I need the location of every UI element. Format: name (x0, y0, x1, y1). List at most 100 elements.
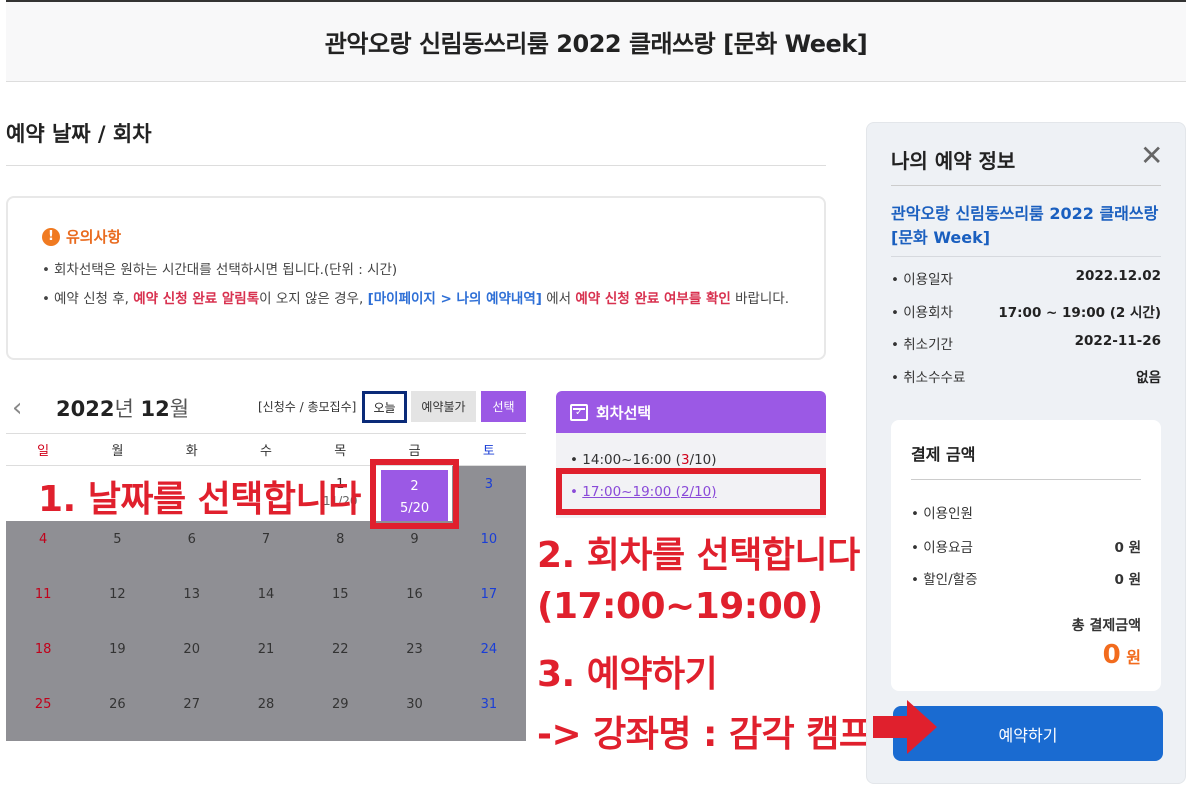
calendar-day: 8 (303, 521, 377, 576)
session-count: 3 (680, 452, 690, 468)
mypage-link[interactable]: [마이페이지 > 나의 예약내역] (368, 291, 542, 307)
payment-title: 결제 금액 (911, 445, 976, 464)
annotation-step-2: 2. 회차를 선택합니다 (537, 535, 860, 576)
calendar-day: 15 (303, 576, 377, 631)
notice-title: ! 유의사항 (42, 226, 790, 247)
session-option-1[interactable]: • 14:00~16:00 (3/10) (570, 452, 717, 468)
page-header: 관악오랑 신림동쓰리룸 2022 클래쓰랑 [문화 Week] (6, 0, 1186, 82)
day-number: 3 (484, 477, 493, 492)
total-amount: 0 원 (1011, 640, 1141, 670)
day-number: 21 (257, 642, 275, 657)
pay-key: 할인/할증 (911, 568, 977, 588)
legend-unavailable: 예약불가 (411, 391, 476, 422)
calendar-day: 7 (229, 521, 303, 576)
notice-box: ! 유의사항 회차선택은 원하는 시간대를 선택하시면 됩니다.(단위 : 시간… (6, 196, 826, 360)
info-key: 취소수수료 (891, 366, 965, 386)
calendar-day: 22 (303, 631, 377, 686)
session-panel-header: 회차선택 (556, 391, 826, 433)
day-number: 18 (34, 642, 52, 657)
program-name: 관악오랑 신림동쓰리룸 2022 클래쓰랑 [문화 Week] (891, 204, 1159, 247)
calendar-day: 27 (155, 686, 229, 741)
info-value: 17:00 ~ 19:00 (2 시간) (998, 305, 1161, 321)
info-row-session: 이용회차 17:00 ~ 19:00 (2 시간) (891, 301, 1161, 321)
calendar-day: 5 (80, 521, 154, 576)
day-number: 12 (109, 587, 126, 602)
annotation-class-name: -> 강좌명 : 감각 캠프 (537, 714, 872, 755)
prev-month-button[interactable]: ‹ (12, 393, 22, 423)
info-value: 없음 (1136, 370, 1161, 386)
calendar-day: 17 (452, 576, 526, 631)
calendar-day: 4 (6, 521, 80, 576)
divider (891, 256, 1161, 257)
pay-key: 이용인원 (911, 502, 973, 522)
day-number: 19 (109, 642, 126, 657)
notice-line-1: 회차선택은 원하는 시간대를 선택하시면 됩니다.(단위 : 시간) (42, 259, 790, 282)
weekday-sun: 일 (37, 444, 50, 459)
notice-highlight: 예약 신청 완료 알림톡 (133, 291, 260, 307)
weekday-thu: 목 (334, 444, 347, 459)
calendar-day: 26 (80, 686, 154, 741)
info-row-date: 이용일자 2022.12.02 (891, 268, 1161, 288)
annotation-highlight-date (370, 459, 459, 529)
calendar-day: 14 (229, 576, 303, 631)
day-number: 17 (480, 587, 498, 602)
day-number: 9 (410, 532, 419, 547)
calendar-day: 30 (377, 686, 451, 741)
divider (911, 479, 1141, 480)
weekday-tue: 화 (185, 444, 198, 459)
day-number: 31 (480, 697, 498, 712)
close-icon[interactable]: ✕ (1140, 142, 1163, 170)
day-number: 16 (406, 587, 423, 602)
day-number: 11 (34, 587, 52, 602)
calendar-month-title: 2022년 12월 (56, 393, 189, 423)
day-number: 24 (480, 642, 498, 657)
calendar-day: 13 (155, 576, 229, 631)
calendar-day: 21 (229, 631, 303, 686)
warning-icon: ! (42, 227, 60, 246)
day-number: 14 (257, 587, 275, 602)
annotation-step-1: 1. 날짜를 선택합니다 (38, 479, 361, 520)
divider (891, 185, 1161, 186)
day-number: 23 (406, 642, 423, 657)
day-number: 6 (187, 532, 196, 547)
notice-text: 예약 신청 후, (54, 291, 134, 307)
calendar-day: 31 (452, 686, 526, 741)
notice-text: 이 오지 않은 경우, (259, 291, 368, 307)
day-number: 15 (332, 587, 349, 602)
pay-row-discount: 할인/할증 0 원 (911, 568, 1141, 588)
section-title: 예약 날짜 / 회차 (6, 122, 152, 146)
day-number: 10 (480, 532, 498, 547)
day-number: 22 (332, 642, 349, 657)
pay-value: 0 원 (1114, 572, 1141, 588)
day-number: 28 (257, 697, 275, 712)
day-number: 29 (332, 697, 349, 712)
calendar-day: 12 (80, 576, 154, 631)
calendar-day: 19 (80, 631, 154, 686)
notice-line-2: 예약 신청 후, 예약 신청 완료 알림톡이 오지 않은 경우, [마이페이지 … (42, 288, 790, 311)
calendar-day: 24 (452, 631, 526, 686)
info-row-cancel-fee: 취소수수료 없음 (891, 366, 1161, 386)
annotation-step-3: 3. 예약하기 (537, 654, 718, 695)
session-time: 14:00~16:00 (582, 452, 672, 468)
day-number: 30 (406, 697, 423, 712)
legend-selected: 선택 (481, 391, 526, 422)
page-title: 관악오랑 신림동쓰리룸 2022 클래쓰랑 [문화 Week] (324, 30, 868, 58)
calendar-check-icon (570, 403, 588, 421)
day-number: 25 (34, 697, 52, 712)
day-number: 8 (336, 532, 345, 547)
session-panel-title: 회차선택 (596, 403, 652, 422)
total-label: 총 결제금액 (1071, 618, 1141, 634)
legend-today: 오늘 (362, 391, 407, 423)
session-paren: ( (671, 452, 681, 468)
pay-value: 0 원 (1114, 540, 1141, 556)
pay-row-fee: 이용요금 0 원 (911, 536, 1141, 556)
calendar-month: 12 (140, 397, 170, 421)
calendar-day: 25 (6, 686, 80, 741)
pay-row-people: 이용인원 (911, 502, 1141, 522)
calendar-day: 29 (303, 686, 377, 741)
calendar-day: 18 (6, 631, 80, 686)
annotation-step-2-time: (17:00~19:00) (537, 586, 823, 627)
day-number: 27 (183, 697, 200, 712)
weekday-mon: 월 (111, 444, 124, 459)
pay-key: 이용요금 (911, 536, 973, 556)
